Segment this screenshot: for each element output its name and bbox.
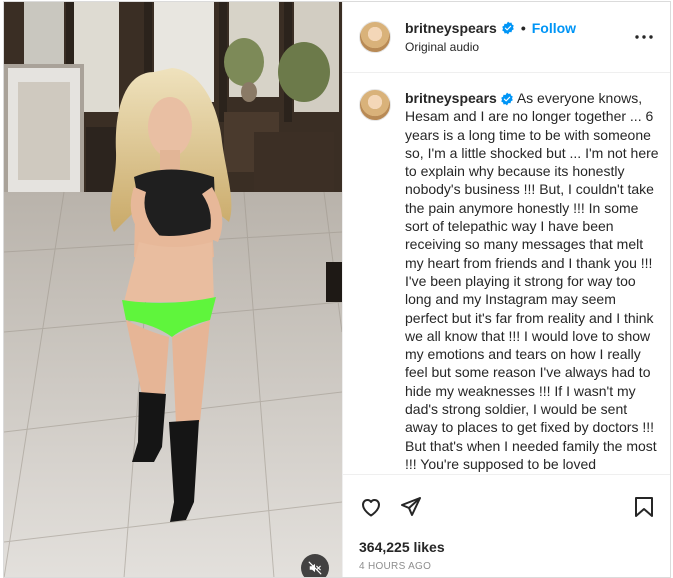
separator-dot: • xyxy=(520,20,526,36)
muted-speaker-icon xyxy=(308,561,322,575)
username-row: britneyspears • Follow xyxy=(405,20,632,36)
verified-badge-icon xyxy=(500,92,514,106)
more-options-button[interactable] xyxy=(632,25,656,49)
avatar[interactable] xyxy=(359,21,391,53)
username-link[interactable]: britneyspears xyxy=(405,20,497,36)
heart-icon xyxy=(362,499,380,517)
like-button[interactable] xyxy=(357,493,385,521)
caption-avatar[interactable] xyxy=(359,89,391,121)
bookmark-icon xyxy=(635,497,653,517)
caption-username-link[interactable]: britneyspears xyxy=(405,90,497,106)
post-details-panel: britneyspears • Follow Original audio br… xyxy=(342,2,670,577)
post-video[interactable] xyxy=(4,2,342,577)
send-icon xyxy=(401,497,421,516)
header-text: britneyspears • Follow Original audio xyxy=(405,20,632,54)
post-timestamp[interactable]: 4 HOURS AGO xyxy=(343,561,670,577)
save-button[interactable] xyxy=(630,493,658,521)
mute-toggle-button[interactable] xyxy=(301,554,329,577)
caption-text: As everyone knows, Hesam and I are no lo… xyxy=(405,90,659,472)
share-button[interactable] xyxy=(397,493,425,521)
likes-count[interactable]: 364,225 likes xyxy=(343,539,670,561)
caption: britneyspears As everyone knows, Hesam an… xyxy=(405,89,660,474)
audio-label[interactable]: Original audio xyxy=(405,40,632,54)
more-options-icon xyxy=(635,35,653,39)
instagram-post: britneyspears • Follow Original audio br… xyxy=(3,1,671,578)
video-frame xyxy=(4,2,342,577)
caption-section: britneyspears As everyone knows, Hesam an… xyxy=(343,73,670,474)
action-bar xyxy=(343,474,670,539)
verified-badge-icon xyxy=(501,21,515,35)
follow-button[interactable]: Follow xyxy=(532,20,576,36)
post-header: britneyspears • Follow Original audio xyxy=(343,2,670,73)
